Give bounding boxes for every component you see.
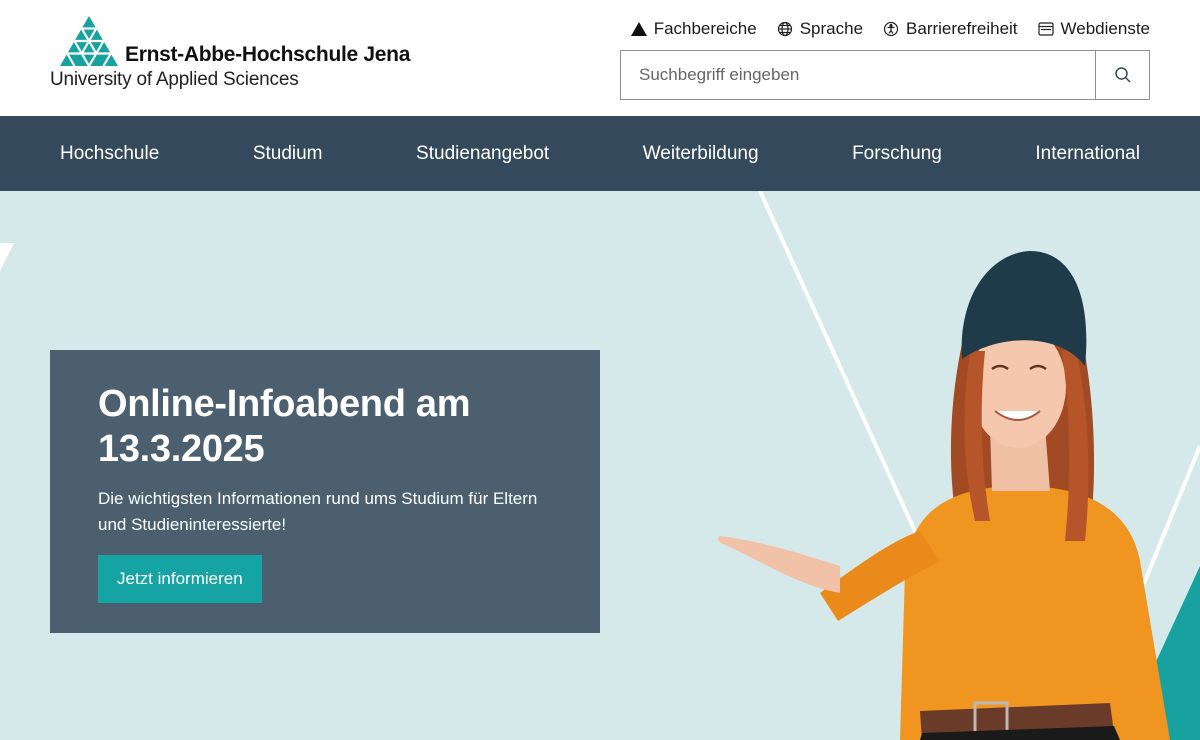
hero-banner: Online-Infoabend am 13.3.2025 Die wichti… — [0, 191, 1200, 740]
globe-icon — [777, 21, 792, 37]
nav-item-studium[interactable]: Studium — [253, 143, 323, 165]
hero-cta-button[interactable]: Jetzt informieren — [98, 555, 262, 603]
triangle-icon — [630, 22, 647, 36]
nav-item-weiterbildung[interactable]: Weiterbildung — [643, 143, 759, 165]
service-link-webdienste[interactable]: Webdienste — [1037, 19, 1150, 39]
accessibility-icon — [883, 21, 899, 37]
search-button[interactable] — [1095, 51, 1149, 99]
service-link-label: Sprache — [799, 19, 864, 38]
search-icon — [1114, 67, 1131, 83]
service-link-label: Webdienste — [1060, 19, 1150, 38]
service-link-label: Barrierefreiheit — [906, 19, 1018, 38]
search-bar — [620, 50, 1150, 100]
service-link-label: Fachbereiche — [653, 19, 757, 38]
main-nav: Hochschule Studium Studienangebot Weiter… — [0, 116, 1200, 191]
service-link-sprache[interactable]: Sprache — [777, 19, 863, 39]
logo-subtitle: University of Applied Sciences — [50, 69, 299, 90]
nav-item-forschung[interactable]: Forschung — [852, 143, 942, 165]
student-photo — [717, 251, 1170, 740]
service-link-fachbereiche[interactable]: Fachbereiche — [630, 19, 757, 39]
hero-description: Die wichtigsten Informationen rund ums S… — [98, 489, 538, 534]
hero-card: Online-Infoabend am 13.3.2025 Die wichti… — [50, 350, 600, 633]
service-nav: Fachbereiche Sprache Barrierefreiheit We… — [630, 17, 1150, 41]
search-input[interactable] — [621, 51, 1095, 99]
logo-triangle-icon — [60, 16, 118, 67]
nav-item-studienangebot[interactable]: Studienangebot — [416, 143, 549, 165]
hero-title: Online-Infoabend am 13.3.2025 — [98, 383, 471, 470]
nav-item-international[interactable]: International — [1035, 143, 1140, 165]
site-header: Ernst-Abbe-Hochschule Jena University of… — [0, 0, 1200, 116]
service-link-barrierefreiheit[interactable]: Barrierefreiheit — [883, 19, 1018, 39]
site-logo[interactable]: Ernst-Abbe-Hochschule Jena University of… — [50, 16, 410, 96]
logo-name: Ernst-Abbe-Hochschule Jena — [125, 43, 411, 66]
nav-item-hochschule[interactable]: Hochschule — [60, 143, 159, 165]
browser-window-icon — [1037, 22, 1054, 36]
